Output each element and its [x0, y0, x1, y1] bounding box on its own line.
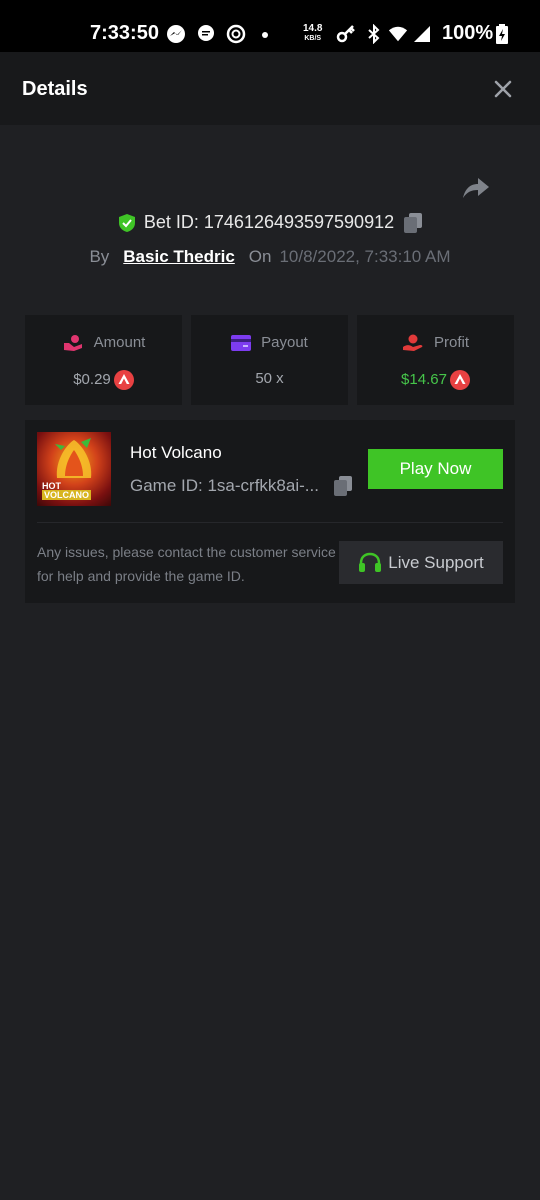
status-time: 7:33:50	[90, 22, 159, 44]
stat-payout: Payout 50 x	[191, 315, 348, 405]
stat-amount-value: $0.29	[73, 370, 111, 388]
by-label: By	[89, 247, 110, 266]
net-speed: 14.8 KB/S	[303, 23, 323, 43]
bet-id: Bet ID: 1746126493597590912	[143, 212, 395, 232]
stat-profit-value: $14.67	[401, 370, 447, 388]
stat-amount-label: Amount	[93, 334, 146, 351]
bet-byline: By Basic Thedric On 10/8/2022, 7:33:10 AM	[0, 247, 540, 267]
app-icon	[226, 24, 246, 44]
status-bar: 7:33:50 14.8 KB/S 100%	[0, 0, 540, 52]
stat-profit-label: Profit	[433, 334, 469, 351]
game-thumbnail[interactable]: HOT VOLCANO	[37, 432, 111, 506]
share-icon[interactable]	[462, 176, 490, 200]
close-icon[interactable]	[490, 76, 516, 102]
bet-id-row: Bet ID: 1746126493597590912	[0, 212, 540, 242]
game-name: Hot Volcano	[130, 443, 222, 462]
messenger-icon	[167, 25, 185, 43]
game-id: Game ID: 1sa-crfkk8ai-...	[130, 476, 319, 495]
stat-amount: Amount $0.29	[25, 315, 182, 405]
copy-bet-id-icon[interactable]	[404, 213, 423, 234]
divider	[37, 522, 503, 523]
stat-payout-label: Payout	[261, 334, 308, 351]
amount-icon	[63, 335, 82, 352]
profit-hand-icon	[402, 334, 423, 352]
help-text: Any issues, please contact the customer …	[37, 544, 336, 584]
wifi-icon	[388, 26, 408, 42]
live-support-label: Live Support	[388, 552, 484, 572]
thumb-title-line2: VOLCANO	[42, 490, 91, 500]
vpn-key-icon	[336, 25, 355, 43]
payout-card-icon	[231, 335, 252, 352]
battery-percent: 100%	[442, 22, 494, 44]
user-link[interactable]: Basic Thedric	[123, 247, 235, 266]
chat-icon	[198, 25, 214, 41]
headset-icon	[359, 552, 382, 572]
avax-coin-icon	[113, 370, 134, 390]
verified-shield-icon	[118, 214, 135, 233]
signal-icon	[414, 26, 430, 42]
game-card: HOT VOLCANO Hot Volcano Game ID: 1sa-crf…	[25, 420, 515, 603]
stat-payout-value: 50 x	[255, 370, 284, 387]
page-title: Details	[22, 78, 88, 100]
bet-date: 10/8/2022, 7:33:10 AM	[279, 247, 451, 266]
battery-charging-icon	[496, 24, 508, 44]
on-label: On	[248, 247, 272, 266]
avax-coin-icon	[449, 370, 470, 390]
play-now-button[interactable]: Play Now	[368, 449, 503, 489]
volcano-dragon-icon	[55, 438, 92, 478]
stat-profit: Profit $14.67	[357, 315, 514, 405]
copy-game-id-icon[interactable]	[334, 476, 352, 496]
details-header: Details	[0, 52, 540, 125]
bluetooth-icon	[368, 24, 380, 44]
notification-dot-icon	[262, 32, 268, 38]
live-support-button[interactable]: Live Support	[339, 541, 503, 584]
